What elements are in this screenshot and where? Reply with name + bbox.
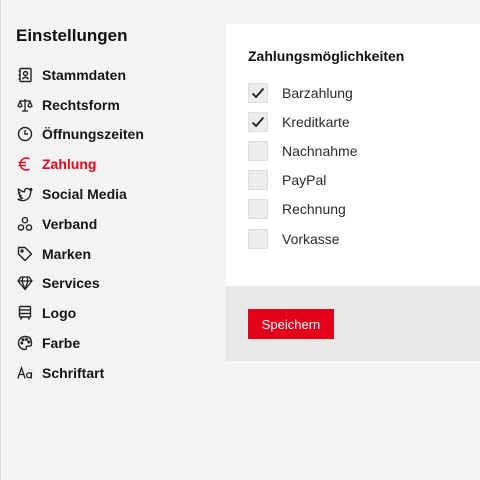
sidebar-item-marken[interactable]: Marken xyxy=(16,239,144,269)
option-label: Nachnahme xyxy=(282,142,358,159)
sidebar-item-services[interactable]: Services xyxy=(16,269,144,299)
option-paypal[interactable]: PayPal xyxy=(248,166,358,195)
sidebar-item-stammdaten[interactable]: Stammdaten xyxy=(16,60,144,90)
checkbox-vorkasse[interactable] xyxy=(248,228,268,249)
palette-icon xyxy=(16,334,34,352)
section-title: Zahlungsmöglichkeiten xyxy=(248,48,405,64)
save-button[interactable]: Speichern xyxy=(248,309,334,339)
sidebar-item-label: Logo xyxy=(42,305,77,322)
option-vorkasse[interactable]: Vorkasse xyxy=(248,224,358,253)
logo-icon xyxy=(16,304,34,322)
diamond-icon xyxy=(16,274,34,292)
option-rechnung[interactable]: Rechnung xyxy=(248,195,358,224)
sidebar-item-label: Stammdaten xyxy=(42,66,127,83)
checkbox-kreditkarte[interactable] xyxy=(248,111,268,132)
address-book-icon xyxy=(16,66,34,84)
sidebar-item-oeffnungszeiten[interactable]: Öffnungszeiten xyxy=(16,120,144,150)
checkbox-barzahlung[interactable] xyxy=(248,82,268,103)
tag-icon xyxy=(16,245,34,263)
checkbox-nachnahme[interactable] xyxy=(248,140,268,161)
option-label: Vorkasse xyxy=(282,230,340,247)
sidebar-item-farbe[interactable]: Farbe xyxy=(16,328,144,358)
option-nachnahme[interactable]: Nachnahme xyxy=(248,136,358,165)
settings-sidebar: Einstellungen Stammdaten Rechtsform Öffn… xyxy=(0,0,226,480)
checkbox-rechnung[interactable] xyxy=(248,199,268,220)
clock-icon xyxy=(16,125,34,143)
scales-icon xyxy=(16,96,34,114)
sidebar-item-label: Schriftart xyxy=(42,364,105,381)
font-icon xyxy=(16,364,34,382)
settings-nav: Stammdaten Rechtsform Öffnungszeiten Zah… xyxy=(16,60,144,388)
sidebar-item-label: Marken xyxy=(42,245,92,262)
option-barzahlung[interactable]: Barzahlung xyxy=(248,78,358,107)
sidebar-item-label: Verband xyxy=(42,215,98,232)
sidebar-item-label: Zahlung xyxy=(42,156,97,173)
sidebar-item-label: Services xyxy=(42,275,100,292)
sidebar-item-verband[interactable]: Verband xyxy=(16,209,144,239)
checkmark-icon xyxy=(251,87,265,98)
checkbox-paypal[interactable] xyxy=(248,170,268,191)
payment-options-list: Barzahlung Kreditkarte Nachnahme PayPal … xyxy=(248,78,358,253)
twitter-icon xyxy=(16,185,34,203)
option-kreditkarte[interactable]: Kreditkarte xyxy=(248,107,358,136)
sidebar-item-zahlung[interactable]: Zahlung xyxy=(16,149,144,179)
sidebar-item-social-media[interactable]: Social Media xyxy=(16,179,144,209)
euro-icon xyxy=(16,155,34,173)
panel-footer: Speichern xyxy=(226,286,480,361)
option-label: PayPal xyxy=(282,172,327,189)
option-label: Kreditkarte xyxy=(282,113,350,130)
payment-settings-panel: Zahlungsmöglichkeiten Barzahlung Kreditk… xyxy=(226,24,480,361)
sidebar-item-label: Social Media xyxy=(42,186,127,203)
group-icon xyxy=(16,215,34,233)
checkmark-icon xyxy=(251,116,265,128)
sidebar-item-schriftart[interactable]: Schriftart xyxy=(16,358,144,388)
sidebar-item-label: Rechtsform xyxy=(42,96,120,113)
option-label: Barzahlung xyxy=(282,84,353,101)
sidebar-title: Einstellungen xyxy=(16,26,128,45)
sidebar-item-rechtsform[interactable]: Rechtsform xyxy=(16,90,144,120)
sidebar-item-label: Öffnungszeiten xyxy=(42,126,144,143)
sidebar-item-logo[interactable]: Logo xyxy=(16,298,144,328)
option-label: Rechnung xyxy=(282,201,346,218)
sidebar-item-label: Farbe xyxy=(42,335,81,352)
